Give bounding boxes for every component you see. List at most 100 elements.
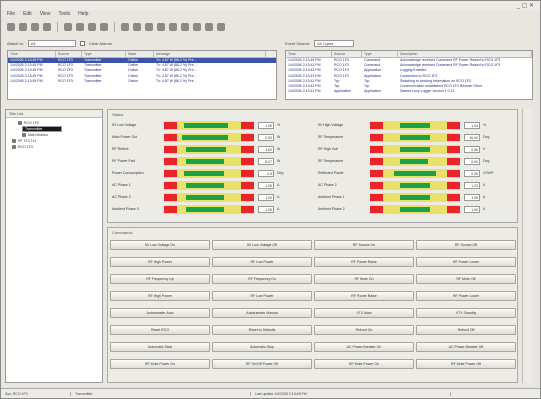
command-button[interactable]: Autotransfer Manual <box>212 308 312 318</box>
command-button[interactable]: RF Source On <box>314 240 414 250</box>
command-button[interactable]: RF Mute Power Off <box>416 359 516 369</box>
status-row: RF Reflect 3.62 W <box>112 144 289 154</box>
alarm-col-source[interactable]: Source <box>56 51 82 57</box>
status-row: AC Phase 2 1.00 A <box>112 192 289 202</box>
menu-file[interactable]: File <box>7 11 15 19</box>
command-button[interactable]: RF Frequency Up <box>110 274 210 284</box>
copy-icon[interactable] <box>64 22 72 31</box>
alarm-col-time[interactable]: Time <box>8 51 56 57</box>
tree-node[interactable]: RCO 1F3 <box>12 144 102 150</box>
command-button[interactable]: AC Phase Breaker Off <box>416 342 516 352</box>
alarm-filter-select[interactable]: All <box>27 39 76 47</box>
event-col-type[interactable]: Type <box>362 51 398 57</box>
command-button[interactable]: Reset to Defaults <box>212 325 312 335</box>
command-button[interactable]: Autotransfer Auto <box>110 308 210 318</box>
vertical-scrollbar[interactable] <box>522 109 532 383</box>
undo-icon[interactable] <box>88 22 96 31</box>
command-button[interactable]: AC Phase Breaker On <box>314 342 414 352</box>
command-button[interactable]: VTX Standby <box>416 308 516 318</box>
event-col-time[interactable]: Time <box>286 51 332 57</box>
command-button[interactable]: Automatic Stop <box>212 342 312 352</box>
menu-view[interactable]: View <box>40 11 51 19</box>
clear-alarms-checkbox[interactable] <box>79 40 85 46</box>
command-button[interactable]: RF Mute Power On <box>314 359 414 369</box>
table-row[interactable]: 1/4/2005 2:13:45 PM RCO 1F3 Transmitter … <box>8 79 276 84</box>
status-name: Reflected Power <box>318 171 344 175</box>
status-name: Main Power Out <box>112 135 138 139</box>
table-cell: Transmitter <box>84 78 102 83</box>
open-icon[interactable] <box>19 22 27 31</box>
command-button[interactable]: Automatic Start <box>110 342 210 352</box>
command-button[interactable]: RF Source Off <box>416 240 516 250</box>
alarm-col-type[interactable]: Type <box>82 51 126 57</box>
command-button[interactable]: 5V Low Voltage On <box>110 240 210 250</box>
command-button[interactable]: RF High Power <box>110 291 210 301</box>
help-icon[interactable] <box>217 22 225 31</box>
event-col-description[interactable]: Description <box>398 51 532 57</box>
command-button[interactable]: Reboot Off <box>416 325 516 335</box>
connect-icon[interactable] <box>157 22 165 31</box>
command-button[interactable]: Reset RCO <box>110 325 210 335</box>
statusbar-mode: Transmitter <box>71 391 251 396</box>
alert-icon[interactable] <box>181 22 189 31</box>
table-cell: Started Lucy Logger version 1.0.12 <box>400 89 455 94</box>
status-row: RF Power Fwd 8.27 W <box>112 156 289 166</box>
status-gauge <box>164 132 254 142</box>
command-button[interactable]: RF Mute Power On <box>110 359 210 369</box>
command-button[interactable]: RF Power Lower <box>416 257 516 267</box>
commands-group-label: Commands <box>112 230 133 235</box>
command-button[interactable]: RF Low Power <box>212 257 312 267</box>
menu-help[interactable]: Help <box>78 11 88 19</box>
menu-tools[interactable]: Tools <box>58 11 70 19</box>
tree-node-label: RCO 1F3 <box>24 121 39 125</box>
status-gauge <box>370 156 460 166</box>
command-button[interactable]: 5V Low Voltage Off <box>212 240 312 250</box>
command-button[interactable]: RF Mute On <box>314 274 414 284</box>
status-gauge <box>164 192 254 202</box>
refresh-icon[interactable] <box>121 22 129 31</box>
paste-icon[interactable] <box>76 22 84 31</box>
command-button[interactable]: RF Mute Off <box>416 274 516 284</box>
status-name: AC Phase 1 <box>112 183 131 187</box>
status-row: RF High Volt 0.56 V <box>318 144 495 154</box>
command-button[interactable]: RF Power Raise <box>314 257 414 267</box>
status-value: 1.00 <box>464 193 480 201</box>
status-gauge <box>370 192 460 202</box>
status-gauge <box>370 132 460 142</box>
stop-icon[interactable] <box>169 22 177 31</box>
status-name: Power Consumption <box>112 171 144 175</box>
table-row[interactable]: 1/4/2005 2:13:41 PM Application Applicat… <box>286 89 532 94</box>
chart-icon[interactable] <box>193 22 201 31</box>
status-name: Ambient Phase 2 <box>318 207 345 211</box>
command-button[interactable]: Reboot On <box>314 325 414 335</box>
command-button[interactable]: RF On/Off Power Off <box>212 359 312 369</box>
event-filter-select[interactable]: All Types <box>314 39 355 47</box>
alarm-col-state[interactable]: State <box>126 51 154 57</box>
save-icon[interactable] <box>31 22 39 31</box>
alarm-col-message[interactable]: Message <box>154 51 266 57</box>
table-cell: RCO 1F3 <box>58 78 73 83</box>
command-button[interactable]: RF Power Raise <box>314 291 414 301</box>
monitor-icon[interactable] <box>133 22 141 31</box>
event-col-source[interactable]: Source <box>332 51 362 57</box>
command-button[interactable]: RF Power Lower <box>416 291 516 301</box>
table-cell: Tx: 4.87 W (86.2 %) Pre... <box>156 78 197 83</box>
command-button[interactable]: RF Frequency Dn <box>212 274 312 284</box>
redo-icon[interactable] <box>100 22 108 31</box>
status-value: 1.04 <box>464 121 480 129</box>
command-button[interactable]: RF Low Power <box>212 291 312 301</box>
status-name: RF Temperature <box>318 159 344 163</box>
command-button[interactable]: VTX Main <box>314 308 414 318</box>
command-button[interactable]: RF High Power <box>110 257 210 267</box>
cut-icon[interactable] <box>43 22 51 31</box>
menu-edit[interactable]: Edit <box>23 11 32 19</box>
status-gauge <box>370 144 460 154</box>
graph-icon[interactable] <box>205 22 213 31</box>
settings-icon[interactable] <box>145 22 153 31</box>
status-unit: A <box>277 183 280 187</box>
new-icon[interactable] <box>7 22 15 31</box>
status-row: Power Consumption 0.5 Deg <box>112 168 289 178</box>
window-controls[interactable]: _ ▢ ✕ <box>517 2 534 9</box>
app-window: _ ▢ ✕ File Edit View Tools Help Attach t… <box>0 0 541 399</box>
status-row: Reflected Power 0.00 VSWR <box>318 168 495 178</box>
